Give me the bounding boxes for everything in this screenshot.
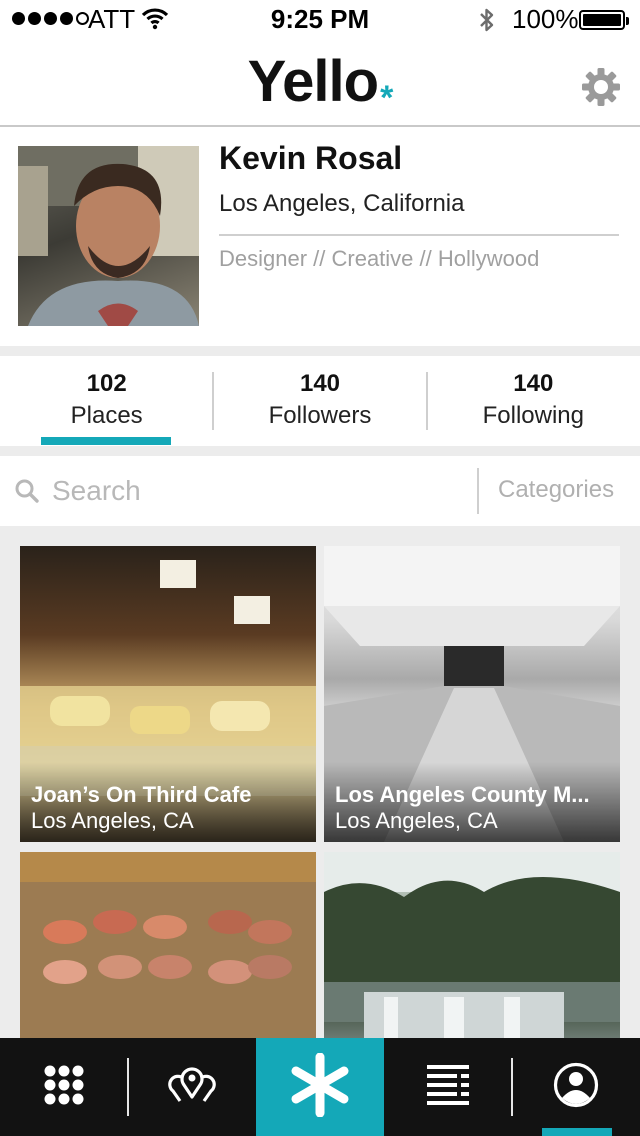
categories-button[interactable]: Categories bbox=[498, 476, 614, 504]
tab-map[interactable] bbox=[128, 1038, 256, 1136]
place-location: Los Angeles, CA bbox=[31, 808, 194, 833]
following-label: Following bbox=[482, 402, 585, 429]
search-input[interactable] bbox=[52, 470, 452, 512]
battery-percent: 100% bbox=[512, 4, 579, 34]
place-location: Los Angeles, CA bbox=[335, 808, 498, 833]
search-bar: Categories bbox=[0, 456, 640, 526]
profile-icon bbox=[553, 1062, 599, 1113]
places-label: Places bbox=[70, 402, 143, 429]
grid-icon bbox=[43, 1064, 85, 1111]
places-count: 102 bbox=[86, 370, 127, 397]
logo-text: Yello bbox=[247, 49, 379, 114]
bluetooth-icon bbox=[478, 6, 496, 41]
divider bbox=[219, 234, 619, 236]
followers-label: Followers bbox=[268, 402, 372, 429]
places-grid: Joan’s On Third Cafe Los Angeles, CA Los… bbox=[0, 526, 640, 1038]
place-card[interactable] bbox=[20, 852, 316, 1038]
following-count: 140 bbox=[513, 370, 554, 397]
list-icon bbox=[427, 1064, 469, 1110]
tab-home[interactable] bbox=[256, 1038, 384, 1136]
tab-places[interactable]: 102 Places bbox=[0, 356, 213, 446]
section-separator bbox=[0, 346, 640, 356]
tab-following[interactable]: 140 Following bbox=[427, 356, 640, 446]
selected-tab-indicator bbox=[41, 437, 171, 445]
place-title: Joan’s On Third Cafe bbox=[31, 782, 252, 807]
tab-profile[interactable] bbox=[512, 1038, 640, 1136]
tab-list[interactable] bbox=[384, 1038, 512, 1136]
avatar[interactable] bbox=[18, 146, 199, 326]
search-icon bbox=[14, 478, 40, 509]
profile-stats: 102 Places 140 Followers 140 Following bbox=[0, 356, 640, 446]
divider bbox=[426, 372, 428, 430]
asterisk-icon bbox=[288, 1052, 352, 1122]
tab-grid[interactable] bbox=[0, 1038, 128, 1136]
tab-followers[interactable]: 140 Followers bbox=[213, 356, 426, 446]
section-separator bbox=[0, 446, 640, 456]
nav-bar: Yello* bbox=[0, 40, 640, 127]
app-logo: Yello* bbox=[0, 48, 640, 118]
gear-icon[interactable] bbox=[580, 66, 622, 108]
place-card[interactable]: Joan’s On Third Cafe Los Angeles, CA bbox=[20, 546, 316, 842]
place-card[interactable] bbox=[324, 852, 620, 1038]
active-tab-indicator bbox=[542, 1128, 612, 1136]
divider bbox=[212, 372, 214, 430]
divider bbox=[477, 468, 479, 514]
status-bar: ATT 9:25 PM 100% bbox=[0, 0, 640, 40]
place-title: Los Angeles County M... bbox=[335, 782, 590, 807]
battery-icon bbox=[579, 10, 629, 30]
map-pins-icon bbox=[168, 1065, 216, 1110]
logo-asterisk-icon: * bbox=[380, 79, 393, 117]
user-location: Los Angeles, California bbox=[219, 190, 465, 217]
user-name: Kevin Rosal bbox=[219, 140, 403, 176]
profile-header: Kevin Rosal Los Angeles, California Desi… bbox=[0, 128, 640, 346]
place-card[interactable]: Los Angeles County M... Los Angeles, CA bbox=[324, 546, 620, 842]
user-tags: Designer // Creative // Hollywood bbox=[219, 246, 540, 271]
followers-count: 140 bbox=[299, 370, 341, 397]
bottom-tab-bar bbox=[0, 1038, 640, 1136]
